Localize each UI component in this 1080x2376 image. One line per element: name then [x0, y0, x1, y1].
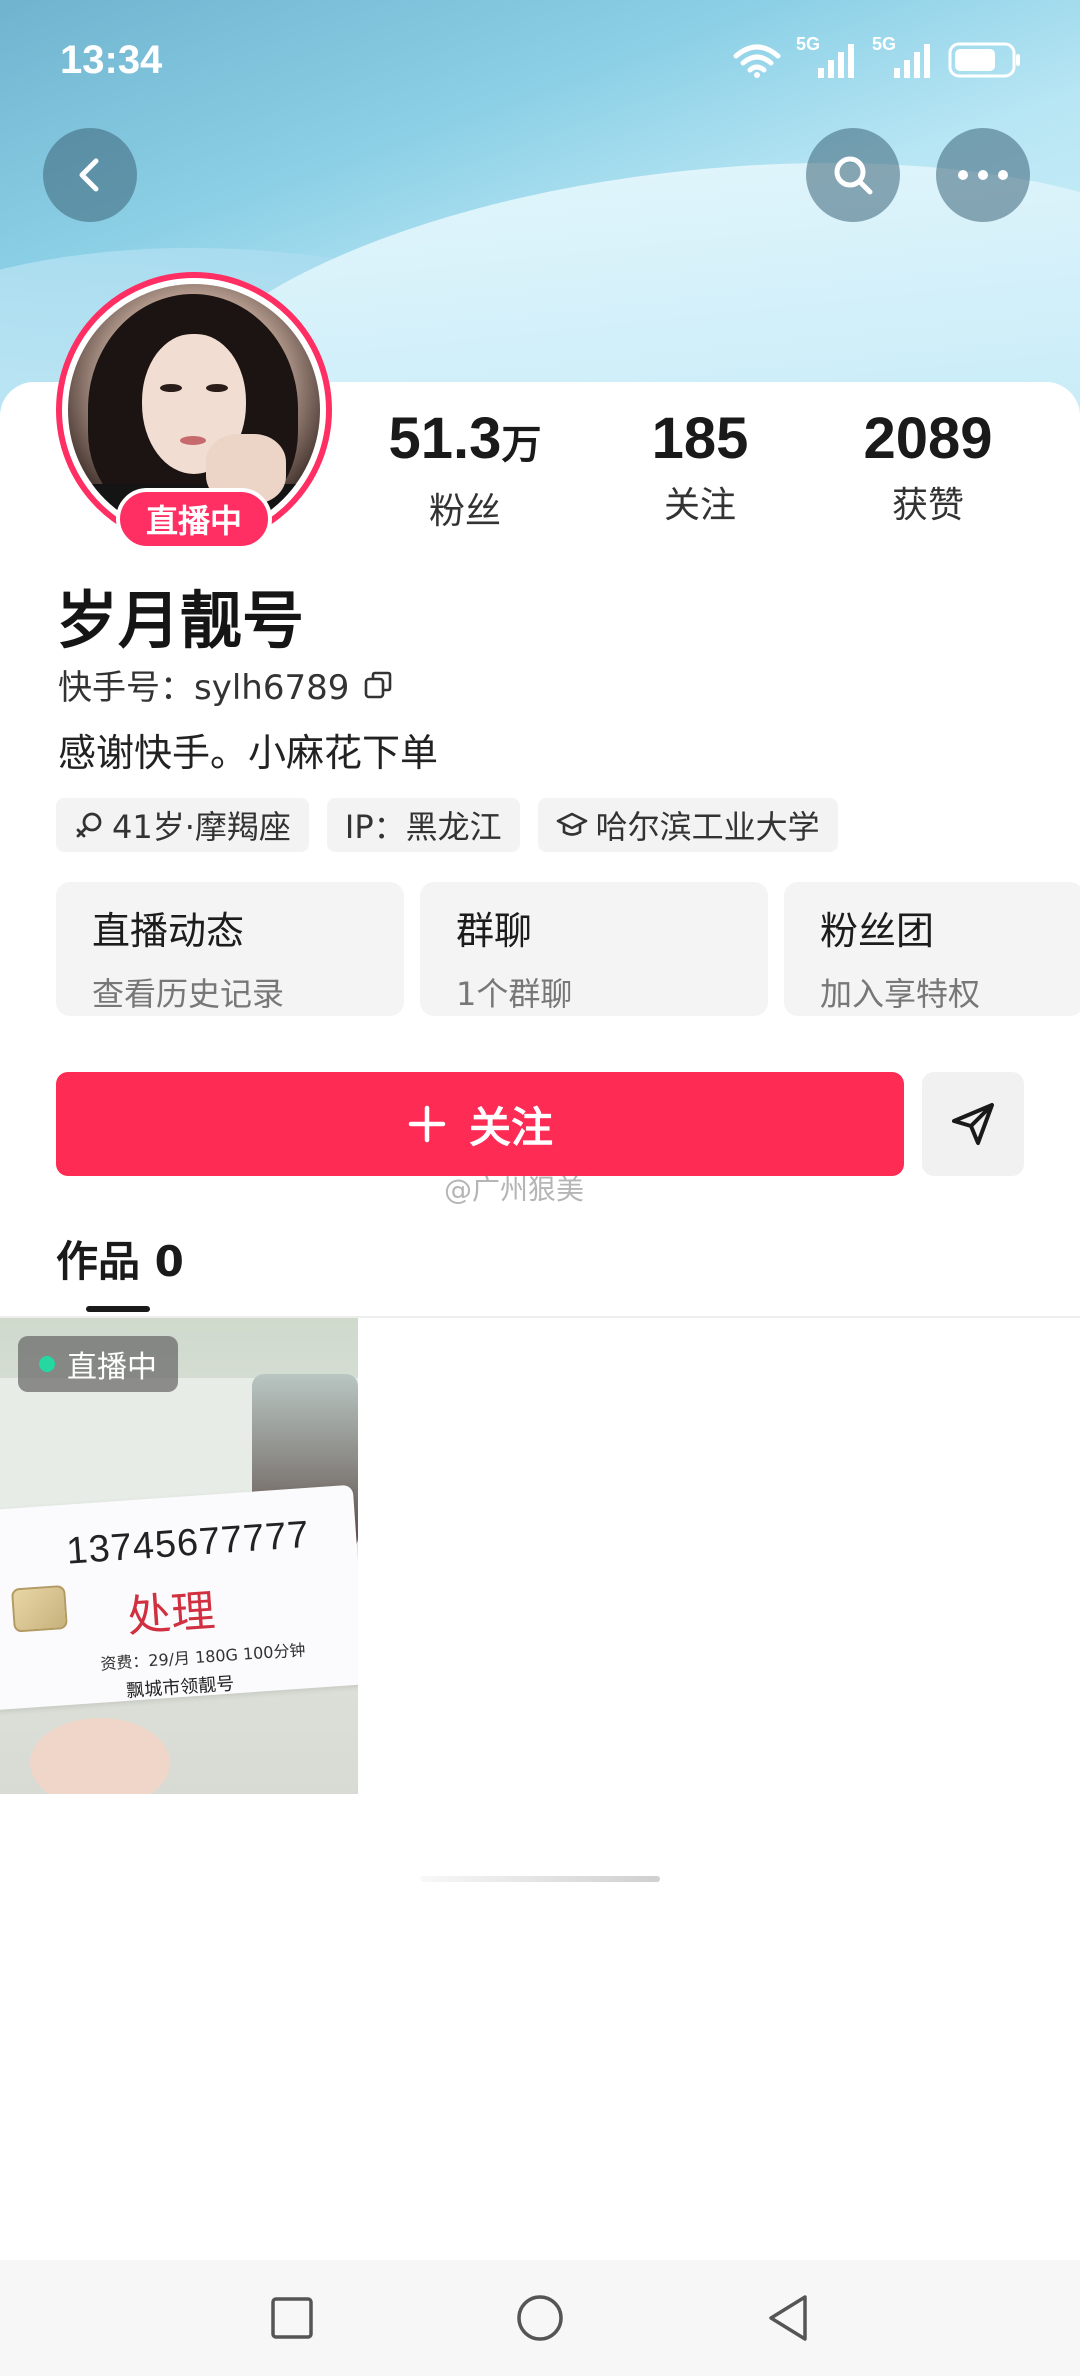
status-time: 13:34	[60, 38, 163, 82]
follow-button[interactable]: 关注	[56, 1072, 904, 1176]
user-id-row[interactable]: 快手号：sylh6789	[58, 660, 393, 709]
loading-indicator	[420, 1876, 660, 1882]
tag-age-text: 41岁·摩羯座	[112, 808, 291, 846]
feature-title: 群聊	[456, 909, 533, 953]
profile-bio: 感谢快手。小麻花下单	[58, 731, 439, 775]
watermark: @广州狠美	[444, 1173, 585, 1206]
stat-likes[interactable]: 2089 获赞	[828, 408, 1028, 528]
back-button[interactable]	[43, 128, 137, 222]
profile-name: 岁月靓号	[56, 584, 305, 657]
stat-likes-label: 获赞	[891, 485, 964, 526]
profile-tags: 41岁·摩羯座 IP：黑龙江 哈尔滨工业大学	[56, 798, 838, 852]
tag-school[interactable]: 哈尔滨工业大学	[537, 798, 838, 852]
recent-apps-icon[interactable]	[269, 2295, 315, 2341]
sim-card: 13745677777 处理 资费：29/月 180G 100分钟 飘城市领靓号	[0, 1484, 358, 1712]
female-icon	[76, 812, 102, 838]
tag-school-text: 哈尔滨工业大学	[595, 808, 820, 846]
search-icon	[834, 156, 873, 195]
system-nav-bar	[0, 2260, 1080, 2376]
feature-title: 粉丝团	[820, 909, 935, 953]
share-button[interactable]	[922, 1072, 1024, 1176]
sim-chip	[10, 1584, 68, 1633]
status-bar: 13:34 5G 5G	[0, 0, 1080, 130]
stat-following[interactable]: 185 关注	[600, 408, 800, 528]
signal-icon: 5G	[872, 34, 934, 80]
thumb-live-tag: 直播中	[18, 1336, 178, 1392]
graduation-cap-icon	[556, 812, 587, 836]
sim-stamp: 处理	[125, 1585, 217, 1643]
wifi-icon	[733, 44, 781, 78]
feature-subtitle: 加入享特权	[820, 975, 981, 1013]
copy-icon[interactable]	[363, 670, 393, 700]
stat-likes-number: 2089	[863, 406, 993, 471]
follow-label: 关注	[468, 1102, 553, 1152]
home-icon[interactable]	[515, 2293, 565, 2343]
sim-shop: 飘城市领靓号	[125, 1673, 235, 1702]
plus-icon	[408, 1105, 446, 1143]
signal-icon: 5G	[796, 34, 858, 80]
search-button[interactable]	[806, 128, 900, 222]
stat-fans[interactable]: 51.3万 粉丝	[365, 408, 565, 534]
tab-works[interactable]: 作品 0	[56, 1228, 184, 1289]
status-icons: 5G 5G	[732, 34, 1022, 80]
back-nav-icon[interactable]	[765, 2293, 811, 2343]
tag-ip-text: IP：黑龙江	[344, 808, 502, 846]
feature-fan-club[interactable]: 粉丝团 加入享特权	[784, 882, 1080, 1016]
live-dot-icon	[39, 1356, 55, 1372]
feature-title: 直播动态	[92, 909, 245, 953]
feature-live-history[interactable]: 直播动态 查看历史记录	[56, 882, 404, 1016]
back-arrow-icon	[79, 158, 99, 192]
live-badge[interactable]: 直播中	[116, 488, 272, 550]
thumb-live-text: 直播中	[67, 1350, 157, 1385]
feature-group-chat[interactable]: 群聊 1个群聊	[420, 882, 768, 1016]
stat-following-number: 185	[651, 406, 749, 471]
tab-works-count: 0	[154, 1237, 184, 1286]
tag-age: 41岁·摩羯座	[56, 798, 309, 852]
thumb-finger	[30, 1718, 170, 1794]
stat-following-label: 关注	[663, 485, 736, 526]
stat-fans-label: 粉丝	[428, 491, 501, 532]
battery-icon	[948, 42, 1020, 78]
tag-ip: IP：黑龙江	[326, 798, 520, 852]
video-thumbnail[interactable]: 13745677777 处理 资费：29/月 180G 100分钟 飘城市领靓号…	[0, 1318, 358, 1794]
more-button[interactable]	[936, 128, 1030, 222]
tab-underline	[86, 1306, 150, 1312]
feature-subtitle: 1个群聊	[456, 975, 573, 1013]
user-id-text: 快手号：sylh6789	[58, 668, 350, 708]
tab-works-label: 作品	[56, 1237, 141, 1286]
more-dots-icon	[958, 170, 1008, 180]
sim-phone-number: 13745677777	[65, 1513, 311, 1573]
feature-subtitle: 查看历史记录	[92, 975, 285, 1013]
send-icon	[952, 1103, 994, 1145]
stat-fans-number: 51.3万	[388, 406, 542, 471]
